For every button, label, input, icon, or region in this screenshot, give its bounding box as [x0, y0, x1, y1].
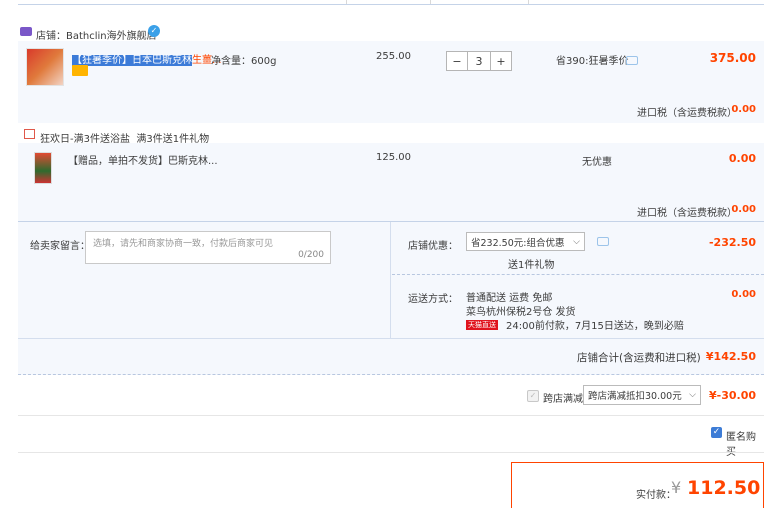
shop-total-label: 店铺合计(含运费和进口税) — [577, 352, 701, 364]
quantity-decrease-button[interactable]: − — [446, 51, 468, 71]
message-placeholder: 选填，请先和商家协商一致，付款后商家可见 — [93, 239, 274, 249]
shop-header: 店铺：Bathclin海外旗舰店 — [36, 27, 157, 42]
cross-store-selected: 跨店满减抵扣30.00元 — [588, 391, 682, 402]
table-header-border — [18, 0, 764, 5]
message-label: 给卖家留言： — [30, 241, 90, 252]
options-divider — [390, 222, 391, 338]
wangwang-chat-icon[interactable]: ✓ — [148, 25, 160, 37]
quantity-increase-button[interactable]: + — [490, 51, 512, 71]
chevron-down-icon: ⌵ — [573, 236, 580, 247]
gift-tax-value: 0.00 — [731, 204, 756, 215]
shop-discount-label: 店铺优惠： — [408, 241, 458, 252]
column-divider — [346, 0, 347, 4]
shop-discount-selected: 省232.50元:组合优惠 — [471, 237, 565, 249]
shop-discount-value: -232.50 — [708, 236, 756, 249]
payment-amount: 112.50 — [687, 477, 761, 499]
gift-icon — [24, 129, 35, 139]
shop-discount-select[interactable]: 省232.50元:组合优惠 ⌵ — [466, 232, 585, 251]
anonymous-checkbox[interactable]: ✓ — [711, 427, 722, 438]
gift-tax-label: 进口税（含运费税款） — [637, 208, 737, 219]
payment-currency: ¥ — [671, 478, 682, 497]
shipping-method: 普通配送 运费 免邮 — [466, 293, 553, 304]
product-spec: 净含量：600g — [211, 56, 277, 67]
shop-total-bottom-line — [18, 374, 764, 375]
item-discount: 省390:狂暑季价 — [556, 56, 629, 67]
delivery-time: 24:00前付款，7月15日送达，晚到必赔 — [506, 321, 684, 332]
cross-store-select[interactable]: 跨店满减抵扣30.00元 ⌵ — [583, 385, 701, 405]
shop-discount-chat-icon[interactable] — [597, 237, 609, 246]
cross-store-value: ¥-30.00 — [708, 389, 756, 402]
gift-subtotal: 0.00 — [728, 152, 756, 165]
column-divider — [430, 0, 431, 4]
cross-store-separator — [18, 415, 764, 416]
chevron-down-icon: ⌵ — [689, 390, 696, 400]
footer-separator — [18, 452, 764, 453]
gift-title-link[interactable]: 【赠品，单拍不发货】巴斯克林... — [68, 152, 218, 167]
anonymous-label: 匿名购买 — [726, 432, 756, 458]
shop-total-separator — [18, 338, 764, 339]
tmall-direct-badge: 天猫直送 — [466, 319, 498, 330]
shipping-label: 运送方式： — [408, 294, 458, 305]
payment-label: 实付款： — [636, 490, 676, 501]
product-title-link[interactable]: 【狂暑季价】日本巴斯克林生薑... — [72, 51, 222, 66]
gift-product-image[interactable] — [34, 152, 52, 184]
service-badge-icon — [72, 65, 88, 76]
shop-total-value: ¥142.50 — [705, 350, 756, 363]
quantity-stepper: − 3 + — [446, 51, 512, 71]
delivery-info: 天猫直送 24:00前付款，7月15日送达，晚到必赔 — [466, 317, 684, 332]
product-image[interactable] — [26, 48, 64, 86]
message-counter: 0/200 — [298, 250, 324, 260]
cross-store-checkbox[interactable]: ✓ — [527, 390, 539, 402]
import-tax-value: 0.00 — [731, 104, 756, 115]
unit-price: 255.00 — [376, 51, 411, 62]
store-icon — [20, 27, 32, 36]
cross-store-label: 跨店满减 — [543, 394, 583, 405]
seller-message-textarea[interactable]: 选填，请先和商家协商一致，付款后商家可见 0/200 — [85, 231, 331, 264]
product-title-highlight: 【狂暑季价】日本巴斯克林 — [72, 55, 192, 66]
shipping-value: 0.00 — [731, 289, 756, 300]
shop-discount-gift: 送1件礼物 — [508, 260, 555, 271]
shipping-warehouse: 菜鸟杭州保税2号仓 发货 — [466, 307, 576, 318]
discount-chat-icon[interactable] — [626, 56, 638, 65]
import-tax-label: 进口税（含运费税款） — [637, 108, 737, 119]
column-divider — [528, 0, 529, 4]
options-row-separator — [392, 274, 764, 275]
gift-unit-price: 125.00 — [376, 152, 411, 163]
quantity-input[interactable]: 3 — [468, 51, 490, 71]
gift-discount: 无优惠 — [582, 157, 612, 168]
item-subtotal: 375.00 — [709, 51, 756, 65]
